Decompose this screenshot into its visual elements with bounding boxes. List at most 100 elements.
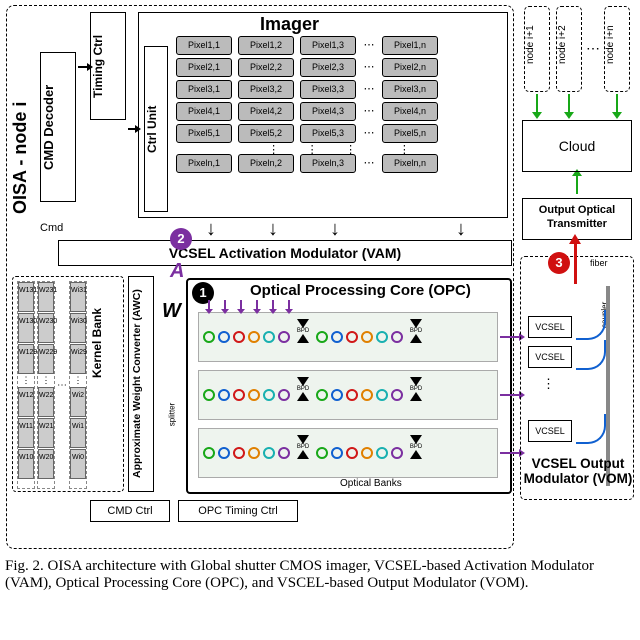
ring-icon — [316, 331, 328, 343]
kernel-cell: Wi2 — [70, 387, 86, 417]
pixel-cell: Pixel5,3 — [300, 124, 356, 143]
bpd-icon: BPD — [294, 319, 312, 355]
remote-node-label: node i+2 — [557, 7, 568, 87]
ring-modulator-set — [316, 447, 403, 459]
arrow-icon — [78, 66, 88, 68]
remote-node-label: node i+n — [605, 7, 616, 87]
fiber-arrow-icon — [574, 242, 577, 284]
ring-icon — [233, 389, 245, 401]
arrow-down-icon — [240, 300, 242, 310]
pixel-cell: Pixel3,n — [382, 80, 438, 99]
ring-icon — [391, 331, 403, 343]
ring-icon — [361, 389, 373, 401]
pixel-cell: Pixeln,2 — [238, 154, 294, 173]
kernel-cell: W231 — [38, 282, 54, 312]
ellipsis-icon: ⋮ ⋮ ⋮ ⋮ — [176, 146, 502, 154]
arrow-down-icon — [536, 94, 538, 114]
kernel-cell: W229 — [38, 344, 54, 374]
ring-modulator-set — [316, 389, 403, 401]
ctrl-unit-label: Ctrl Unit — [145, 47, 159, 211]
kernel-col: Wi31 Wi30 Wi29 ⋮ Wi2 Wi1 Wi0 — [69, 281, 87, 489]
arrow-down-icon: ↓ — [330, 218, 340, 241]
pixel-cell: Pixel3,2 — [238, 80, 294, 99]
ring-icon — [248, 389, 260, 401]
ring-icon — [376, 389, 388, 401]
cloud-box: Cloud — [522, 120, 632, 172]
figure-caption: Fig. 2. OISA architecture with Global sh… — [5, 558, 635, 593]
ring-icon — [346, 447, 358, 459]
bpd-icon: BPD — [294, 377, 312, 413]
ring-modulator-set — [203, 331, 290, 343]
ring-icon — [218, 389, 230, 401]
kernel-cell: Wi29 — [70, 344, 86, 374]
ring-icon — [391, 389, 403, 401]
timing-ctrl-box: Timing Ctrl — [90, 12, 126, 120]
ring-icon — [203, 447, 215, 459]
vcsel-box: VCSEL — [528, 346, 572, 368]
ring-icon — [331, 447, 343, 459]
arrow-down-icon — [224, 300, 226, 310]
ring-icon — [248, 447, 260, 459]
pixel-cell: Pixel5,1 — [176, 124, 232, 143]
pixel-cell: Pixel4,2 — [238, 102, 294, 121]
ring-icon — [263, 447, 275, 459]
arrow-right-icon — [500, 336, 520, 338]
ellipsis-icon: ⋯ — [362, 102, 376, 121]
optical-bank-row: BPD BPD — [198, 370, 498, 420]
pixel-cell: Pixel1,3 — [300, 36, 356, 55]
pixel-cell: Pixel1,n — [382, 36, 438, 55]
badge-1: 1 — [192, 282, 214, 304]
ctrl-unit-box: Ctrl Unit — [144, 46, 168, 212]
pixel-cell: Pixeln,3 — [300, 154, 356, 173]
vom-title: VCSEL Output Modulator (VOM) — [520, 456, 636, 486]
optical-bank-row: BPD BPD — [198, 312, 498, 362]
bpd-icon: BPD — [407, 319, 425, 355]
arrow-icon — [128, 128, 136, 130]
bpd-icon: BPD — [294, 435, 312, 471]
remote-node-box: node i+n — [604, 6, 630, 92]
activation-A-label: A — [170, 260, 184, 283]
kernel-cell: W130 — [18, 313, 34, 343]
ring-icon — [233, 447, 245, 459]
kernel-bank-box: W131 W130 W129 ⋮ W12 W11 W10 W231 W230 W… — [12, 276, 124, 492]
pixel-cell: Pixel4,n — [382, 102, 438, 121]
imager-title: Imager — [260, 14, 319, 35]
arrow-down-icon: ↓ — [206, 218, 216, 241]
arrow-down-icon: ↓ — [268, 218, 278, 241]
pixel-cell: Pixel1,1 — [176, 36, 232, 55]
ring-icon — [316, 447, 328, 459]
pixel-grid: Pixel1,1Pixel1,2Pixel1,3⋯Pixel1,n Pixel2… — [176, 36, 502, 212]
ring-icon — [346, 389, 358, 401]
pixel-cell: Pixeln,n — [382, 154, 438, 173]
kernel-cell: Wi0 — [70, 449, 86, 479]
pixel-cell: Pixel5,2 — [238, 124, 294, 143]
vcsel-box: VCSEL — [528, 420, 572, 442]
arrow-down-icon: ↓ — [456, 218, 466, 241]
kernel-cell: W12 — [18, 387, 34, 417]
arrow-down-icon — [568, 94, 570, 114]
arrow-down-icon — [272, 300, 274, 310]
kernel-cell: W21 — [38, 418, 54, 448]
bpd-icon: BPD — [407, 435, 425, 471]
ring-icon — [331, 331, 343, 343]
kernel-cell: W22 — [38, 387, 54, 417]
cmd-decoder-box: CMD Decoder — [40, 52, 76, 202]
ellipsis-icon: ⋯ — [362, 80, 376, 99]
kernel-cell: W230 — [38, 313, 54, 343]
pixel-cell: Pixeln,1 — [176, 154, 232, 173]
kernel-bank-label: Kernel Bank — [90, 278, 104, 378]
badge-2: 2 — [170, 228, 192, 250]
arrow-up-icon — [576, 174, 578, 194]
kernel-cell: W131 — [18, 282, 34, 312]
ring-icon — [376, 447, 388, 459]
ellipsis-icon: ⋯ — [362, 124, 376, 143]
opc-timing-ctrl-box: OPC Timing Ctrl — [178, 500, 298, 522]
ring-icon — [203, 331, 215, 343]
ring-icon — [316, 389, 328, 401]
ring-icon — [361, 331, 373, 343]
ring-icon — [233, 331, 245, 343]
pixel-cell: Pixel2,3 — [300, 58, 356, 77]
pixel-cell: Pixel2,2 — [238, 58, 294, 77]
pixel-cell: Pixel2,1 — [176, 58, 232, 77]
awc-box: Approximate Weight Converter (AWC) — [128, 276, 154, 492]
